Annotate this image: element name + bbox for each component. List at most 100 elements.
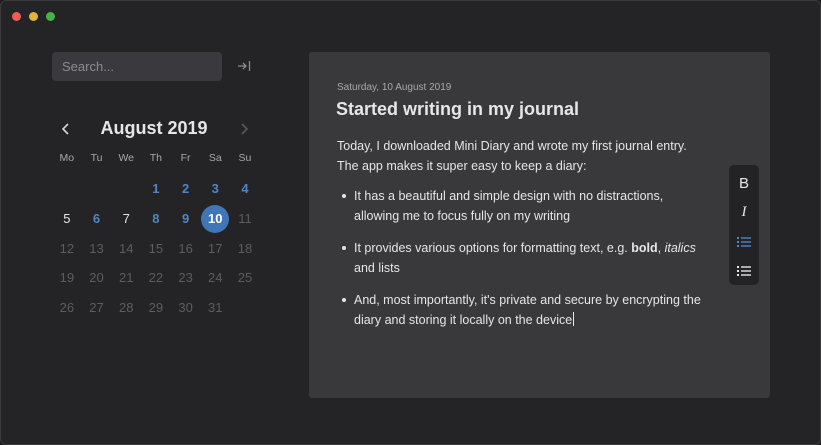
calendar-day-label: 18 [237, 240, 253, 256]
calendar-day-label: 4 [241, 181, 249, 197]
calendar-day: 26 [52, 293, 82, 323]
calendar-day-label: 8 [152, 211, 160, 227]
list-item[interactable]: It has a beautiful and simple design wit… [337, 186, 709, 226]
calendar-day: 12 [52, 233, 82, 263]
calendar-day[interactable]: 2 [171, 174, 201, 204]
list-item[interactable]: And, most importantly, it's private and … [337, 290, 709, 330]
calendar-day-label: 25 [237, 270, 253, 286]
calendar-day[interactable]: 3 [200, 174, 230, 204]
calendar-day-label: 5 [63, 211, 71, 227]
close-button[interactable] [12, 12, 21, 21]
calendar-day: 11 [230, 204, 260, 234]
zoom-button[interactable] [46, 12, 55, 21]
entry-title[interactable]: Started writing in my journal [336, 99, 579, 120]
calendar-day: 20 [82, 263, 112, 293]
list-item-text: , [657, 241, 665, 255]
calendar-day-label: 14 [118, 240, 134, 256]
calendar-day-label: 6 [92, 211, 101, 227]
calendar-day-label: 12 [59, 240, 75, 256]
bold-button[interactable]: B [729, 169, 759, 198]
calendar-day-label: 10 [201, 204, 230, 233]
calendar-day-label: 20 [89, 270, 104, 286]
calendar-header: August 2019 [52, 117, 256, 141]
calendar-day: 27 [82, 293, 112, 323]
calendar-day-label: 30 [178, 300, 193, 316]
calendar-day-label: 23 [178, 270, 193, 286]
calendar-day[interactable]: 10 [200, 204, 230, 234]
calendar-day: 15 [141, 233, 171, 263]
calendar-day-label: 24 [208, 270, 223, 286]
weekday-label: Fr [180, 152, 191, 164]
calendar-day: 24 [200, 263, 230, 293]
app-window: August 2019 MoTuWeThFrSaSu 1234567891011… [0, 0, 821, 445]
calendar-day-label: 31 [208, 300, 223, 316]
weekday-label: Tu [90, 152, 103, 164]
calendar-day[interactable]: 9 [171, 204, 201, 234]
collapse-sidebar-icon [238, 61, 251, 71]
calendar-day-label: 9 [181, 211, 190, 227]
calendar-day-label: 21 [118, 270, 134, 286]
calendar-day-label: 29 [148, 300, 164, 316]
calendar-empty-cell [82, 174, 112, 204]
calendar-day-label: 3 [211, 181, 219, 197]
search-input[interactable] [52, 52, 222, 81]
calendar-day-label: 1 [152, 181, 160, 197]
minimize-button[interactable] [29, 12, 38, 21]
calendar-day: 23 [171, 263, 201, 293]
calendar-day[interactable]: 1 [141, 174, 171, 204]
entry-body[interactable]: Today, I downloaded Mini Diary and wrote… [337, 136, 709, 342]
window-controls [12, 12, 55, 21]
calendar-day-label: 7 [122, 211, 130, 227]
collapse-sidebar-button[interactable] [235, 57, 253, 75]
calendar-day: 19 [52, 263, 82, 293]
calendar-day-label: 22 [148, 270, 164, 286]
calendar-day: 28 [111, 293, 141, 323]
calendar-day: 31 [200, 293, 230, 323]
format-toolbar: B I [729, 165, 759, 285]
list-item[interactable]: It provides various options for formatti… [337, 238, 709, 278]
bold-text: bold [631, 241, 658, 255]
bullet-list-button[interactable] [729, 227, 759, 256]
entry-editor[interactable]: Saturday, 10 August 2019 Started writing… [309, 52, 770, 398]
weekday-label: Sa [208, 152, 222, 164]
calendar-day-label: 27 [89, 300, 104, 316]
calendar-day[interactable]: 7 [111, 204, 141, 234]
weekday-header: Mo Tu We Th Fr Sa Su [52, 152, 260, 164]
list-item-text: and lists [354, 261, 400, 275]
calendar-day: 21 [111, 263, 141, 293]
calendar-day: 30 [171, 293, 201, 323]
calendar-month-title: August 2019 [100, 118, 208, 138]
calendar-day[interactable]: 6 [82, 204, 112, 234]
calendar-day: 17 [200, 233, 230, 263]
calendar-day-label: 11 [238, 211, 252, 227]
calendar-day: 29 [141, 293, 171, 323]
calendar-day-label: 16 [178, 240, 193, 256]
weekday-label: Mo [59, 152, 75, 164]
calendar-day[interactable]: 8 [141, 204, 171, 234]
calendar-day[interactable]: 4 [230, 174, 260, 204]
italic-button[interactable]: I [729, 198, 759, 227]
prev-month-button[interactable] [56, 119, 76, 139]
calendar-empty-cell [111, 174, 141, 204]
list-item-text: It has a beautiful and simple design wit… [354, 189, 664, 223]
list-item-text: It provides various options for formatti… [354, 241, 632, 255]
calendar-day: 18 [230, 233, 260, 263]
calendar-day[interactable]: 5 [52, 204, 82, 234]
chevron-right-icon [241, 123, 249, 135]
calendar-day-label: 15 [148, 240, 164, 256]
calendar-day: 25 [230, 263, 260, 293]
calendar-day-label: 17 [208, 240, 223, 256]
italic-text: italics [664, 241, 696, 255]
entry-bullet-list: It has a beautiful and simple design wit… [337, 186, 709, 330]
calendar-day-label: 13 [89, 240, 104, 256]
calendar-day-label: 28 [118, 300, 134, 316]
next-month-button[interactable] [234, 119, 254, 139]
calendar-day-label: 26 [59, 300, 75, 316]
calendar-empty-cell [52, 174, 82, 204]
calendar-day: 22 [141, 263, 171, 293]
entry-intro[interactable]: Today, I downloaded Mini Diary and wrote… [337, 136, 709, 176]
numbered-list-button[interactable] [729, 256, 759, 285]
weekday-label: Th [149, 152, 163, 164]
calendar-day: 14 [111, 233, 141, 263]
weekday-label: Su [238, 152, 252, 164]
